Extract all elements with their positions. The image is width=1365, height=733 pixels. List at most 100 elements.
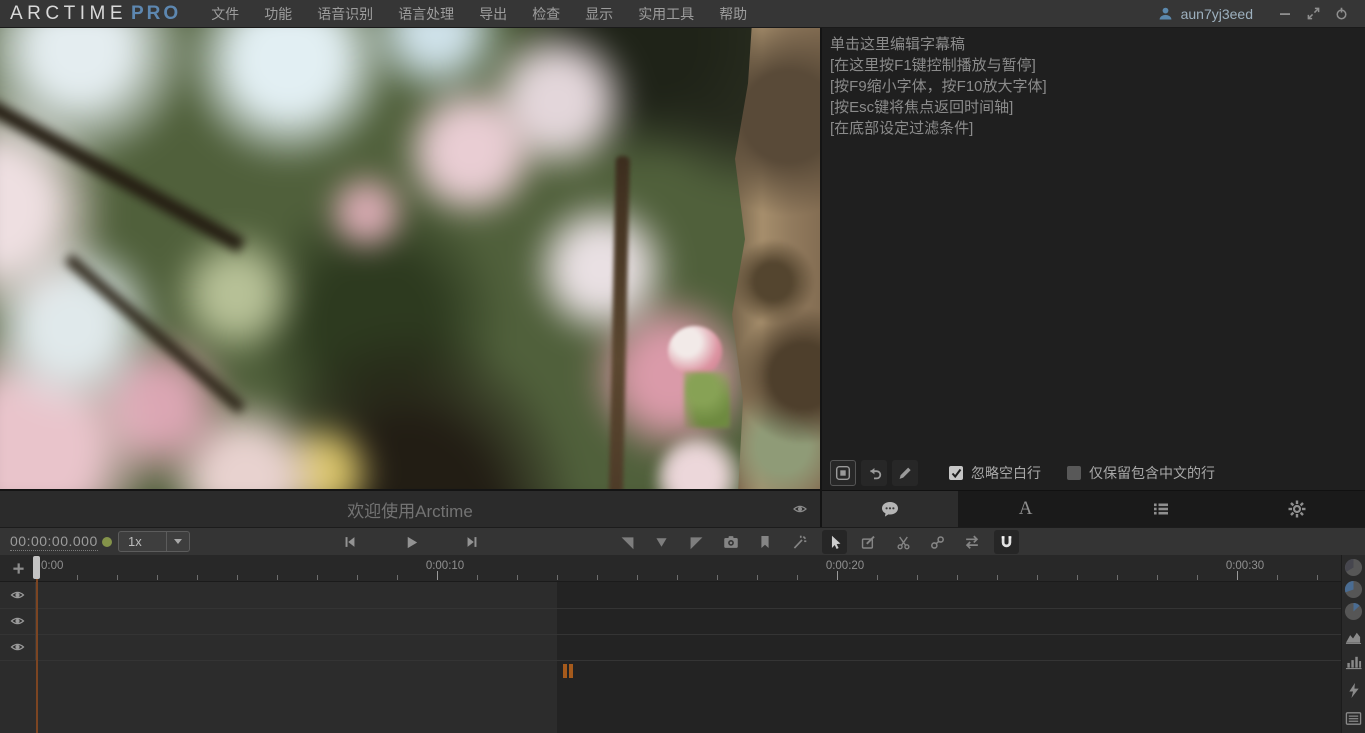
timeline-tools [615, 529, 1019, 555]
tab-subtitle-bubble[interactable] [822, 491, 958, 527]
timeline-ruler[interactable]: 0:00 0:00:10 0:00:20 0:00:30 [0, 555, 1341, 581]
subtitle-script-area[interactable]: 单击这里编辑字幕稿 [在这里按F1键控制播放与暂停] [按F9缩小字体，按F10… [822, 28, 1365, 145]
checkbox-group-chinese-only: 仅保留包含中文的行 [1067, 463, 1215, 483]
pie-icon-3[interactable] [1343, 600, 1365, 622]
menu-export[interactable]: 导出 [479, 4, 507, 24]
cursor-icon[interactable] [822, 530, 847, 554]
track-separator [0, 660, 1341, 661]
menu-help[interactable]: 帮助 [719, 4, 747, 24]
pie-icon-2[interactable] [1343, 578, 1365, 600]
editor-line: [在这里按F1键控制播放与暂停] [830, 55, 1357, 76]
ruler-label: 0:00:10 [426, 560, 464, 572]
pie-icon-1[interactable] [1343, 556, 1365, 578]
playhead[interactable] [36, 579, 38, 733]
bookmark-icon[interactable] [753, 530, 778, 554]
editor-line: [按F9缩小字体，按F10放大字体] [830, 76, 1357, 97]
tab-list[interactable] [1094, 491, 1230, 527]
track-2-eye-icon[interactable] [0, 608, 35, 634]
checkbox-chinese-only[interactable] [1067, 466, 1081, 480]
checkbox-label-ignore-blank[interactable]: 忽略空白行 [971, 463, 1041, 483]
list-panel-icon[interactable] [1343, 707, 1365, 729]
editor-tabs: A [822, 490, 1365, 527]
video-leaves [684, 372, 730, 428]
playback-controls-bar: 00:00:00.000 1x [0, 527, 1365, 555]
ruler-label: 0:00 [41, 560, 63, 572]
menu-items: 文件 功能 语音识别 语言处理 导出 检查 显示 实用工具 帮助 [211, 4, 747, 24]
tab-text-style[interactable]: A [958, 491, 1094, 527]
editor-toolbar: 忽略空白行 仅保留包含中文的行 [822, 456, 1365, 490]
ruler-label: 0:00:30 [1226, 560, 1264, 572]
checkbox-group-ignore-blank: 忽略空白行 [949, 463, 1041, 483]
pencil-icon[interactable] [892, 460, 918, 486]
bar-chart-icon[interactable] [1343, 651, 1365, 673]
timeline-right-toolbar [1341, 555, 1365, 733]
speed-value: 1x [119, 532, 166, 551]
status-dot [102, 537, 112, 547]
magnet-icon[interactable] [994, 530, 1019, 554]
camera-icon[interactable] [718, 530, 743, 554]
down-triangle-icon[interactable] [649, 530, 674, 554]
skip-end-icon[interactable] [459, 530, 485, 554]
timeline: 0:00 0:00:10 0:00:20 0:00:30 [0, 555, 1365, 733]
edit-icon[interactable] [856, 530, 881, 554]
video-flower-bud [668, 326, 722, 376]
timeline-marker[interactable] [563, 664, 573, 678]
preview-title-text: 欢迎使用Arctime [347, 497, 473, 522]
skip-start-icon[interactable] [337, 530, 363, 554]
checkbox-ignore-blank[interactable] [949, 466, 963, 480]
media-duration-zone[interactable] [0, 581, 557, 733]
editor-line: [按Esc键将焦点返回时间轴] [830, 97, 1357, 118]
undo-icon[interactable] [861, 460, 887, 486]
preview-title-bar: 欢迎使用Arctime [0, 489, 820, 527]
track-3-eye-icon[interactable] [0, 634, 35, 660]
playhead-handle[interactable] [33, 556, 40, 579]
menu-display[interactable]: 显示 [585, 4, 613, 24]
transport-controls [337, 529, 485, 555]
lightning-icon[interactable] [1343, 679, 1365, 701]
app-logo: ARCTIME PRO [0, 3, 181, 25]
maximize-icon[interactable] [1303, 5, 1323, 23]
menubar: ARCTIME PRO 文件 功能 语音识别 语言处理 导出 检查 显示 实用工… [0, 0, 1365, 28]
mark-in-icon[interactable] [615, 530, 640, 554]
play-icon[interactable] [398, 530, 424, 554]
power-icon[interactable] [1331, 5, 1351, 23]
video-preview [0, 28, 820, 489]
username[interactable]: aun7yj3eed [1181, 6, 1253, 22]
minimize-icon[interactable] [1275, 5, 1295, 23]
menu-language-processing[interactable]: 语言处理 [398, 4, 454, 24]
menu-functions[interactable]: 功能 [264, 4, 292, 24]
logo-pro: PRO [131, 3, 181, 25]
speed-dropdown[interactable]: 1x [118, 531, 190, 552]
scissors-icon[interactable] [891, 530, 916, 554]
editor-line: [在底部设定过滤条件] [830, 118, 1357, 139]
checkbox-label-chinese-only[interactable]: 仅保留包含中文的行 [1089, 463, 1215, 483]
menu-utilities[interactable]: 实用工具 [638, 4, 694, 24]
insert-box-icon[interactable] [830, 460, 856, 486]
plus-icon[interactable] [9, 559, 27, 577]
subtitle-bubble-icon [880, 499, 900, 519]
area-chart-icon[interactable] [1343, 626, 1365, 648]
tab-settings[interactable] [1229, 491, 1365, 527]
menu-speech-recognition[interactable]: 语音识别 [317, 4, 373, 24]
timecode-field[interactable]: 00:00:00.000 [10, 533, 98, 551]
track-1-eye-icon[interactable] [0, 582, 35, 608]
eye-icon[interactable] [792, 502, 808, 516]
list-icon [1151, 499, 1171, 519]
mark-out-icon[interactable] [684, 530, 709, 554]
editor-line: 单击这里编辑字幕稿 [830, 34, 1357, 55]
subtitle-editor-panel: 单击这里编辑字幕稿 [在这里按F1键控制播放与暂停] [按F9缩小字体，按F10… [820, 28, 1365, 527]
menu-check[interactable]: 检查 [532, 4, 560, 24]
track-separator [0, 608, 1341, 609]
gear-icon [1287, 499, 1307, 519]
arctime-app-window: ARCTIME PRO 文件 功能 语音识别 语言处理 导出 检查 显示 实用工… [0, 0, 1365, 733]
swap-icon[interactable] [960, 530, 985, 554]
link-icon[interactable] [925, 530, 950, 554]
track-separator [0, 634, 1341, 635]
track-headers [0, 582, 36, 660]
menu-file[interactable]: 文件 [211, 4, 239, 24]
chevron-down-icon[interactable] [166, 532, 189, 551]
ruler-label: 0:00:20 [826, 560, 864, 572]
text-style-a-icon: A [1019, 498, 1033, 520]
logo-arctime: ARCTIME [10, 3, 127, 25]
wand-icon[interactable] [787, 530, 812, 554]
